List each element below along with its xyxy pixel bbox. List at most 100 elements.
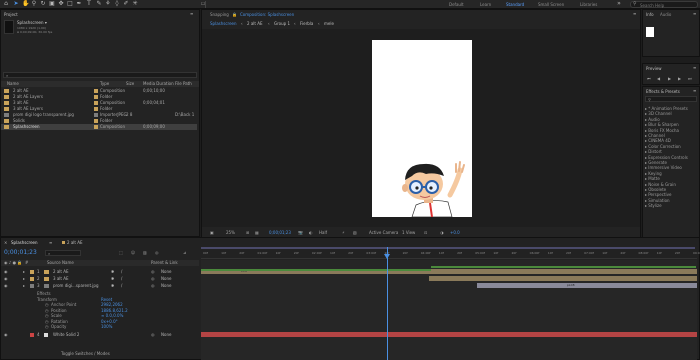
stopwatch-icon[interactable]: ◷ [45, 324, 49, 329]
panel-menu-icon[interactable]: ≡ [190, 11, 193, 16]
work-area-bar[interactable] [201, 247, 695, 249]
hand-tool-icon[interactable]: ✋ [22, 1, 29, 7]
region-of-interest-icon[interactable]: ⊞ [246, 230, 249, 235]
transform-property-value[interactable]: 100% [101, 324, 112, 329]
layer-name[interactable]: White Solid 2 [53, 331, 79, 339]
timeline-tab-menu-icon[interactable]: ≡ [49, 240, 52, 245]
home-icon[interactable]: ⌂ [3, 1, 9, 7]
workspace-libraries[interactable]: Libraries [580, 2, 597, 7]
toggle-switches-modes[interactable]: Toggle Switches / Modes [61, 351, 110, 356]
effects-category-item[interactable]: ▸ Expression Controls [645, 155, 688, 160]
resolution-dropdown[interactable]: Half [319, 230, 327, 235]
layer-bar-3-alt-ae[interactable] [429, 276, 697, 281]
composition-tab[interactable]: Composition: Splashscreen [240, 12, 294, 17]
parent-dropdown[interactable]: None [161, 275, 171, 282]
timeline-tab-2-alt-ae[interactable]: 2 alt AE [67, 240, 82, 245]
first-frame-icon[interactable]: ⏮ [647, 76, 651, 81]
effects-presets-title[interactable]: Effects & Presets [646, 89, 680, 94]
transform-property-value[interactable]: 1886.8,621.2 [101, 308, 128, 313]
parent-pickwhip-icon[interactable]: ◎ [151, 282, 155, 289]
layer-row[interactable]: ◉ 4 White Solid 2 ◎ None [1, 331, 197, 339]
collapse-switch-icon[interactable]: ✱ [111, 268, 114, 275]
brush-tool-icon[interactable]: ✎ [96, 1, 102, 7]
workspace-small-screen[interactable]: Small Screen [538, 2, 564, 7]
next-frame-icon[interactable]: ▶ [678, 76, 681, 81]
transform-property-value[interactable]: ∞ 0.0,0.0% [101, 313, 123, 318]
flow-mele[interactable]: mele [324, 21, 334, 26]
effects-category-item[interactable]: ▸ Immersive Video [645, 165, 682, 170]
play-icon[interactable]: ▶ [668, 76, 671, 81]
layer-name[interactable]: 3 alt AE [53, 275, 68, 282]
effects-category-item[interactable]: ▸ Stylize [645, 203, 662, 208]
preview-panel-menu-icon[interactable]: ≡ [693, 65, 696, 70]
pan-behind-tool-icon[interactable]: ✥ [58, 1, 64, 7]
layer-row[interactable]: ◉ ▸ 1 2 alt AE ✱ / ◎ None [1, 268, 197, 275]
type-tool-icon[interactable]: T [86, 1, 92, 7]
effects-category-item[interactable]: ▸ Distort [645, 149, 662, 154]
playhead[interactable] [387, 247, 388, 360]
current-time-display[interactable]: 0;00;01;23 [269, 230, 291, 235]
label-color-swatch[interactable] [94, 89, 98, 93]
always-preview-icon[interactable]: ▣ [210, 230, 214, 235]
puppet-tool-icon[interactable]: ✳ [132, 1, 138, 7]
collapse-switch-icon[interactable]: ✱ [111, 275, 114, 282]
label-color-swatch[interactable] [94, 101, 98, 105]
workspace-learn[interactable]: Learn [480, 2, 491, 7]
column-type[interactable]: Type [100, 81, 109, 87]
rotate-tool-icon[interactable]: ↻ [40, 1, 46, 7]
exposure-value[interactable]: +0.0 [450, 230, 460, 235]
effects-search-input[interactable]: ⚲ [645, 96, 697, 102]
camera-tool-icon[interactable]: ▣ [49, 1, 55, 7]
comp-panel-menu-icon[interactable]: ≡ [633, 11, 636, 16]
layer-name[interactable]: prom digi...sparent.jpg [53, 282, 98, 289]
parent-dropdown[interactable]: None [161, 282, 171, 289]
effects-category-item[interactable]: ▸ Noise & Grain [645, 182, 676, 187]
roto-brush-tool-icon[interactable]: ✐ [123, 1, 129, 7]
graph-editor-icon[interactable]: ⊿ [183, 250, 186, 255]
fx-switch-icon[interactable]: / [121, 275, 122, 282]
label-color-swatch[interactable] [94, 125, 98, 129]
layer-name[interactable]: 2 alt AE [53, 268, 68, 275]
shy-icon[interactable]: ☺ [131, 250, 135, 255]
timeline-tab-splashscreen[interactable]: Splashscreen [11, 240, 38, 245]
timeline-search-input[interactable]: ⌕ [45, 250, 81, 256]
flow-splashscreen[interactable]: Splashscreen [210, 21, 237, 26]
column-source-name[interactable]: Source Name [47, 260, 74, 266]
layer-row[interactable]: ◉ ▸ 3 prom digi...sparent.jpg ✱ / ◎ None [1, 282, 197, 289]
snapping-tab[interactable]: Snapping [210, 12, 229, 17]
label-color-swatch[interactable] [94, 95, 98, 99]
layer-bar-logo[interactable]: pLC8 [477, 283, 697, 288]
layer-label-color[interactable] [30, 284, 34, 288]
zoom-tool-icon[interactable]: ⚲ [31, 1, 37, 7]
layer-bar-white-solid[interactable] [201, 332, 697, 337]
flow-2-alt-ae[interactable]: 2 alt AE [247, 21, 262, 26]
project-item-name[interactable]: Splashscreen [13, 124, 40, 130]
info-panel-menu-icon[interactable]: ≡ [693, 11, 696, 16]
effects-category-item[interactable]: ▸ 3D Channel [645, 111, 672, 116]
frame-blending-icon[interactable]: ▥ [143, 250, 147, 255]
workspace-default[interactable]: Default [449, 2, 464, 7]
magnification-dropdown[interactable]: 25% [226, 230, 235, 235]
reset-exposure-icon[interactable]: ◑ [440, 230, 444, 235]
project-search-input[interactable]: ⌕ [3, 72, 197, 78]
fast-previews-icon[interactable]: ⚡ [342, 230, 345, 235]
collapse-switch-icon[interactable]: ✱ [111, 282, 114, 289]
effects-category-item[interactable]: ▸ Simulation [645, 198, 670, 203]
transform-property-value[interactable]: 2982,2062 [101, 302, 123, 307]
effects-category-item[interactable]: ▸ Matte [645, 176, 660, 181]
comp-viewer[interactable] [202, 29, 640, 227]
stopwatch-icon[interactable]: ◷ [45, 308, 49, 313]
flow-group-1[interactable]: Group 1 [274, 21, 290, 26]
comp-grid-icon[interactable]: ⊡ [424, 230, 427, 235]
project-panel-title[interactable]: Project [4, 12, 18, 17]
selection-tool-icon[interactable]: ➤ [13, 1, 19, 7]
camera-dropdown[interactable]: Active Camera [369, 230, 398, 235]
video-switch-icon[interactable]: ◉ [4, 275, 8, 282]
effects-panel-menu-icon[interactable]: ≡ [693, 88, 696, 93]
expand-layer-icon[interactable]: ▸ [23, 275, 25, 282]
effects-category-item[interactable]: ▸ * Animation Presets [645, 106, 688, 111]
effects-category-item[interactable]: ▸ Obsolete [645, 187, 666, 192]
layer-bar-green-track[interactable] [201, 269, 431, 271]
effects-category-item[interactable]: ▸ Color Correction [645, 144, 681, 149]
show-channel-icon[interactable]: ◐ [309, 230, 313, 235]
